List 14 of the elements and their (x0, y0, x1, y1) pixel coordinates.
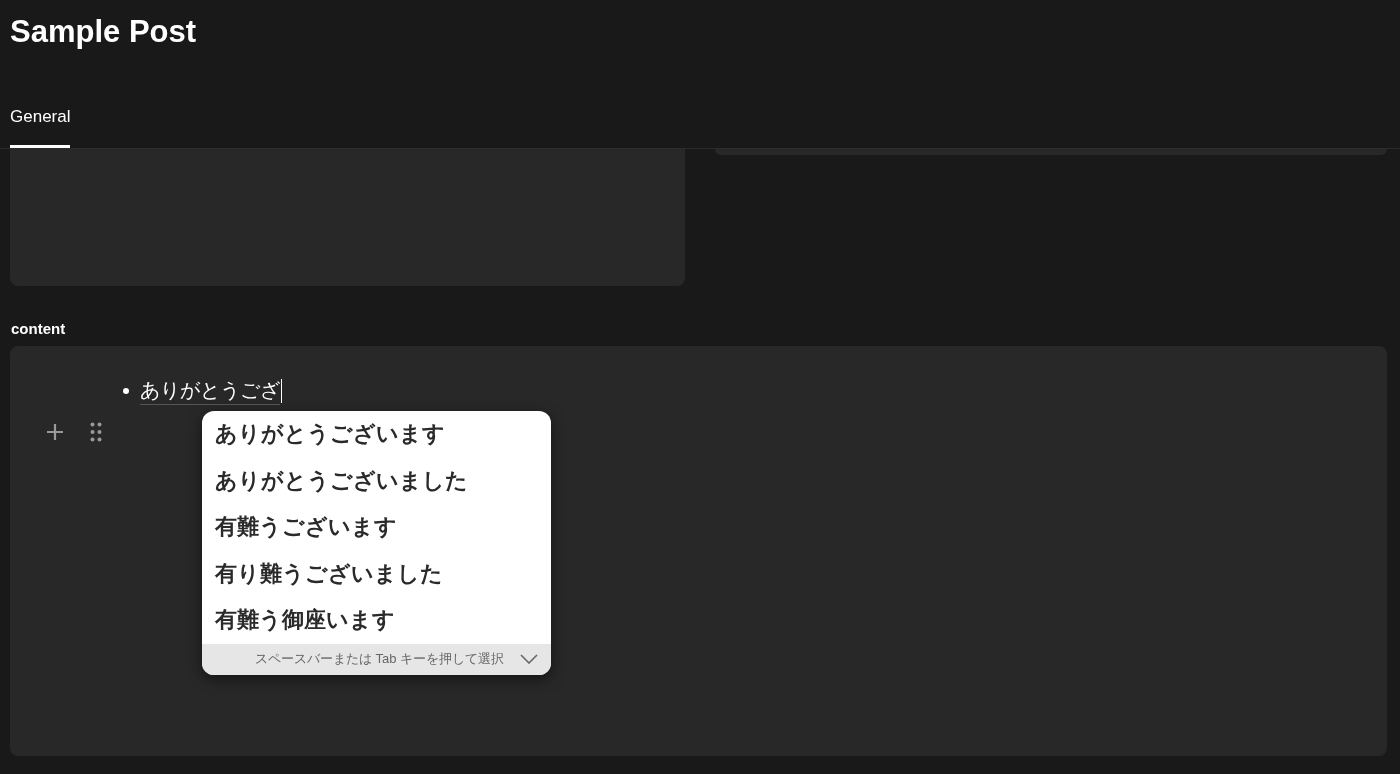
bullet-icon (123, 388, 129, 394)
plus-icon[interactable] (46, 423, 64, 441)
bullet-text[interactable]: ありがとうござ (140, 377, 280, 405)
drag-handle-icon[interactable] (90, 422, 102, 442)
field-label: content (11, 320, 67, 339)
candidate-item[interactable]: ありがとうございました (202, 457, 551, 504)
candidate-item[interactable]: 有り難うございました (202, 550, 551, 597)
hint-text: スペースバーまたは Tab キーを押して選択 (254, 650, 504, 668)
candidate-item[interactable]: 有難うございます (202, 504, 551, 551)
candidate-item[interactable]: ありがとうございます (202, 411, 551, 458)
chevron-down-icon[interactable] (520, 654, 538, 664)
page-title: Sample Post (10, 14, 198, 50)
text-cursor (281, 379, 282, 403)
candidate-item[interactable]: 有難う御座います (202, 597, 551, 644)
